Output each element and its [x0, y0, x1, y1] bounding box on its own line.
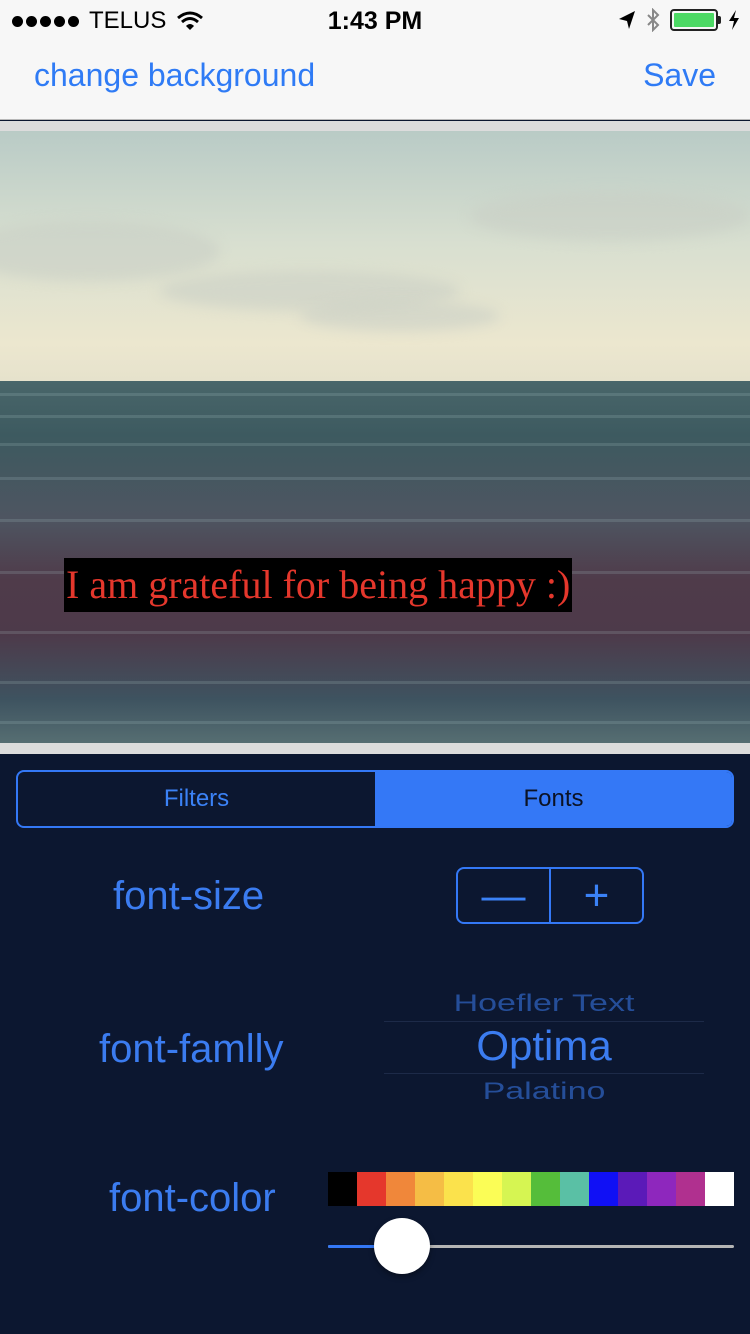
- font-color-slider[interactable]: [328, 1218, 734, 1274]
- navigation-bar: change background Save: [0, 40, 750, 120]
- font-family-label: font-famlly: [99, 1027, 284, 1071]
- color-swatch[interactable]: [444, 1172, 473, 1206]
- save-button[interactable]: Save: [643, 57, 716, 94]
- sky-area: [0, 131, 750, 381]
- picker-option-next[interactable]: Palatino: [384, 1078, 704, 1105]
- editor-tabs: Filters Fonts: [16, 770, 734, 828]
- bluetooth-icon: [647, 8, 660, 32]
- slider-thumb[interactable]: [374, 1218, 430, 1274]
- color-swatch[interactable]: [386, 1172, 415, 1206]
- color-swatch[interactable]: [415, 1172, 444, 1206]
- color-swatch[interactable]: [676, 1172, 705, 1206]
- caption-text[interactable]: I am grateful for being happy :): [64, 558, 573, 612]
- color-swatch[interactable]: [589, 1172, 618, 1206]
- color-swatch[interactable]: [328, 1172, 357, 1206]
- color-swatch[interactable]: [647, 1172, 676, 1206]
- decrease-font-size-button[interactable]: —: [458, 869, 549, 922]
- color-swatch[interactable]: [473, 1172, 502, 1206]
- change-background-button[interactable]: change background: [34, 57, 315, 94]
- tab-fonts[interactable]: Fonts: [375, 772, 732, 826]
- location-arrow-icon: [619, 11, 635, 29]
- tab-filters[interactable]: Filters: [18, 772, 375, 826]
- color-swatch[interactable]: [618, 1172, 647, 1206]
- status-bar: TELUS 1:43 PM: [0, 0, 750, 40]
- color-swatch[interactable]: [560, 1172, 589, 1206]
- battery-icon: [670, 9, 721, 31]
- picker-option-previous[interactable]: Hoefler Text: [384, 990, 704, 1017]
- photo-frame: I am grateful for being happy :): [0, 121, 750, 754]
- font-color-label: font-color: [109, 1176, 276, 1220]
- color-swatch[interactable]: [705, 1172, 734, 1206]
- color-swatch[interactable]: [531, 1172, 560, 1206]
- color-swatch[interactable]: [357, 1172, 386, 1206]
- picker-option-selected[interactable]: Optima: [384, 1022, 704, 1070]
- color-swatch[interactable]: [502, 1172, 531, 1206]
- font-size-stepper: — +: [456, 867, 644, 924]
- background-photo[interactable]: I am grateful for being happy :): [0, 131, 750, 743]
- charging-bolt-icon: [729, 10, 739, 30]
- status-right: [618, 8, 740, 32]
- color-palette: [328, 1172, 734, 1206]
- font-family-picker[interactable]: Hoefler Text Optima Palatino: [384, 980, 704, 1110]
- font-size-label: font-size: [113, 874, 265, 918]
- increase-font-size-button[interactable]: +: [549, 869, 642, 922]
